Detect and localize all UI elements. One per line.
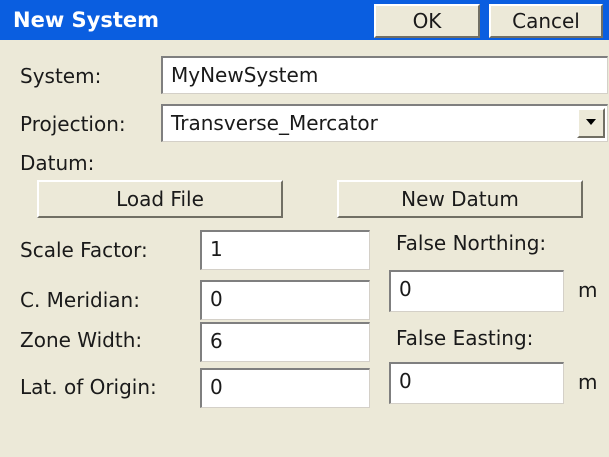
new-datum-label: New Datum — [401, 187, 519, 211]
false-northing-label: False Northing: — [396, 231, 547, 255]
datum-label: Datum: — [20, 151, 95, 175]
false-easting-input[interactable]: 0 — [389, 362, 564, 404]
projection-value: Transverse_Mercator — [171, 111, 378, 135]
title-bar: New System OK Cancel — [0, 0, 609, 40]
load-file-button[interactable]: Load File — [37, 180, 283, 218]
system-label: System: — [20, 64, 102, 88]
false-northing-unit: m — [578, 278, 598, 302]
false-easting-unit: m — [578, 370, 598, 394]
projection-select[interactable]: Transverse_Mercator — [161, 104, 608, 142]
zone-width-label: Zone Width: — [20, 328, 143, 352]
scale-factor-input[interactable]: 1 — [200, 230, 370, 270]
projection-label: Projection: — [20, 112, 126, 136]
cancel-button-label: Cancel — [512, 9, 580, 33]
false-northing-input[interactable]: 0 — [389, 270, 564, 312]
new-system-dialog: New System OK Cancel System: MyNewSystem… — [0, 0, 609, 457]
lat-of-origin-input[interactable]: 0 — [200, 368, 370, 408]
load-file-label: Load File — [116, 187, 204, 211]
chevron-down-icon — [586, 119, 596, 125]
false-easting-label: False Easting: — [396, 326, 534, 350]
ok-button[interactable]: OK — [374, 4, 480, 38]
projection-dropdown-button[interactable] — [577, 108, 605, 138]
zone-width-input[interactable]: 6 — [200, 322, 370, 362]
dialog-title: New System — [13, 8, 160, 32]
lat-of-origin-label: Lat. of Origin: — [20, 375, 157, 399]
ok-button-label: OK — [412, 9, 442, 33]
scale-factor-label: Scale Factor: — [20, 238, 148, 262]
c-meridian-input[interactable]: 0 — [200, 280, 370, 320]
system-name-input[interactable]: MyNewSystem — [161, 56, 608, 94]
c-meridian-label: C. Meridian: — [20, 288, 140, 312]
new-datum-button[interactable]: New Datum — [337, 180, 583, 218]
cancel-button[interactable]: Cancel — [489, 4, 603, 38]
